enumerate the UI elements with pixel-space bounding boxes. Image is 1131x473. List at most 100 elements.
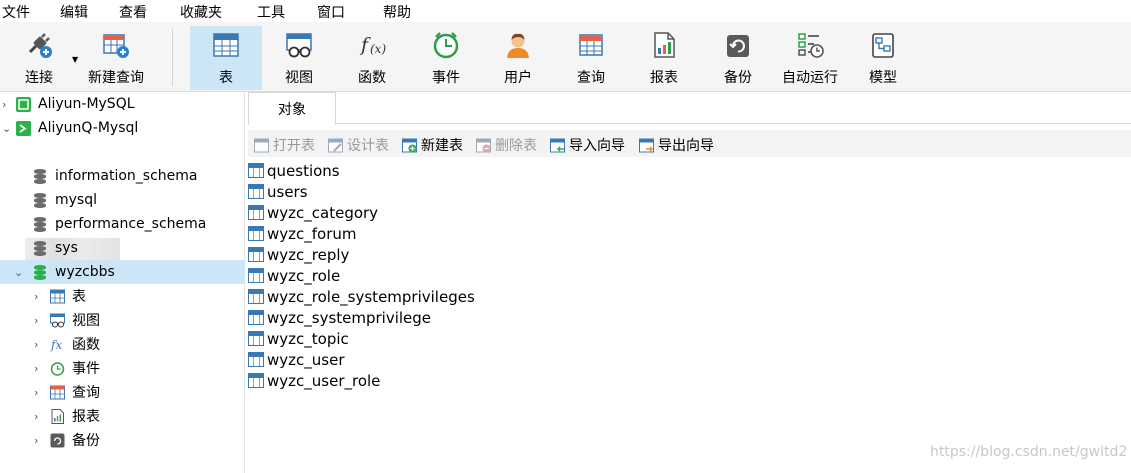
export-wizard-label: 导出向导 [658,138,714,154]
new-table-button[interactable]: 新建表 [402,135,463,155]
table-icon [248,184,264,199]
toolbar-divider [172,28,173,86]
list-item[interactable]: wyzc_user_role [248,370,380,391]
user-label: 用户 [504,70,532,86]
event-button[interactable]: 事件 [418,26,474,90]
chevron-right-icon[interactable]: › [34,290,38,303]
view-icon [50,313,65,328]
chevron-right-icon[interactable]: › [2,98,6,111]
table-icon [248,268,264,283]
tree-db-sys[interactable]: sys [0,236,245,260]
tree-item-reports[interactable]: › 报表 [0,404,245,428]
chevron-right-icon[interactable]: › [34,362,38,375]
object-toolbar: 打开表 设计表 新建表 删除表 导入向导 导出向导 [248,130,1131,157]
tree-db-performance-schema[interactable]: performance_schema [0,212,245,236]
backup-icon [723,30,753,60]
table-name: wyzc_user_role [267,371,381,390]
table-button[interactable]: 表 [190,26,262,90]
tree-item-functions[interactable]: › fx 函数 [0,332,245,356]
import-wizard-button[interactable]: 导入向导 [550,135,625,155]
watermark: https://blog.csdn.net/gwltd2 [930,444,1128,460]
table-name: wyzc_reply [267,245,350,264]
query-icon [50,385,65,400]
tree-db-mysql[interactable]: mysql [0,188,245,212]
query-label: 查询 [577,70,605,86]
menu-file[interactable]: 文件 [2,2,30,22]
clock-icon [50,361,65,376]
table-icon [248,226,264,241]
table-name: wyzc_topic [267,329,349,348]
database-label: mysql [55,192,97,208]
table-label: 表 [219,70,233,86]
new-query-icon [101,30,131,60]
model-button[interactable]: 模型 [858,26,908,90]
menu-favorites[interactable]: 收藏夹 [180,2,222,22]
tab-strip: 对象 [248,92,1131,125]
tree-db-wyzcbbs[interactable]: ⌄ wyzcbbs [0,260,245,284]
function-button[interactable]: f (x) 函数 [346,26,398,90]
open-table-button[interactable]: 打开表 [254,135,315,155]
chevron-right-icon[interactable]: › [34,434,38,447]
query-button[interactable]: 查询 [564,26,618,90]
chevron-right-icon[interactable]: › [34,314,38,327]
report-button[interactable]: 报表 [638,26,690,90]
auto-run-button[interactable]: 自动运行 [778,26,842,90]
table-name: wyzc_role [267,266,341,285]
tree-connection-aliyun-mysql[interactable]: › Aliyun-MySQL [0,92,245,116]
new-query-label: 新建查询 [88,70,144,86]
connect-button[interactable]: 连接 [14,26,64,90]
user-button[interactable]: 用户 [492,26,544,90]
table-name: wyzc_category [267,203,379,222]
chevron-right-icon[interactable]: › [34,410,38,423]
table-icon [248,247,264,262]
delete-table-button[interactable]: 删除表 [476,135,537,155]
new-query-button[interactable]: 新建查询 [84,26,148,90]
table-icon [248,331,264,346]
list-item[interactable]: wyzc_category [248,202,378,223]
list-item[interactable]: wyzc_reply [248,244,349,265]
list-item[interactable]: wyzc_topic [248,328,349,349]
backup-label: 备份 [724,70,752,86]
list-item[interactable]: wyzc_forum [248,223,357,244]
navigation-tree: › Aliyun-MySQL ⌄ AliyunQ-Mysql informati… [0,92,245,473]
tree-db-information-schema[interactable]: information_schema [0,164,245,188]
svg-text:fx: fx [50,338,62,352]
list-item[interactable]: users [248,181,308,202]
list-item[interactable]: wyzc_role_systemprivileges [248,286,475,307]
chevron-right-icon[interactable]: › [34,386,38,399]
tree-item-tables[interactable]: › 表 [0,284,245,308]
list-item[interactable]: wyzc_systemprivilege [248,307,431,328]
chevron-right-icon[interactable]: › [34,338,38,351]
design-table-button[interactable]: 设计表 [328,135,389,155]
import-wizard-label: 导入向导 [569,138,625,154]
svg-text:(x): (x) [370,42,386,56]
tree-item-events[interactable]: › 事件 [0,356,245,380]
clock-icon [431,30,461,60]
list-item[interactable]: wyzc_user [248,349,344,370]
view-button[interactable]: 视图 [270,26,328,90]
list-item[interactable]: questions [248,160,340,181]
menu-help[interactable]: 帮助 [383,2,411,22]
list-item[interactable]: wyzc_role [248,265,340,286]
export-wizard-button[interactable]: 导出向导 [639,135,714,155]
tab-objects[interactable]: 对象 [248,92,336,125]
chevron-down-icon[interactable]: ▼ [72,55,78,64]
tree-connection-aliyunq-mysql[interactable]: ⌄ AliyunQ-Mysql [0,116,245,140]
menu-window[interactable]: 窗口 [317,2,345,22]
menu-tools[interactable]: 工具 [257,2,285,22]
menu-edit[interactable]: 编辑 [60,2,88,22]
table-icon [248,289,264,304]
backup-button[interactable]: 备份 [712,26,764,90]
report-icon [649,30,679,60]
tree-item-views[interactable]: › 视图 [0,308,245,332]
table-name: wyzc_user [267,350,345,369]
tree-item-queries[interactable]: › 查询 [0,380,245,404]
tree-item-backups[interactable]: › 备份 [0,428,245,452]
table-icon [248,205,264,220]
connection-icon [16,120,31,136]
menu-view[interactable]: 查看 [119,2,147,22]
chevron-down-icon[interactable]: ⌄ [2,122,11,135]
chevron-down-icon[interactable]: ⌄ [14,266,23,279]
database-label: information_schema [55,168,198,184]
table-name: wyzc_forum [267,224,357,243]
